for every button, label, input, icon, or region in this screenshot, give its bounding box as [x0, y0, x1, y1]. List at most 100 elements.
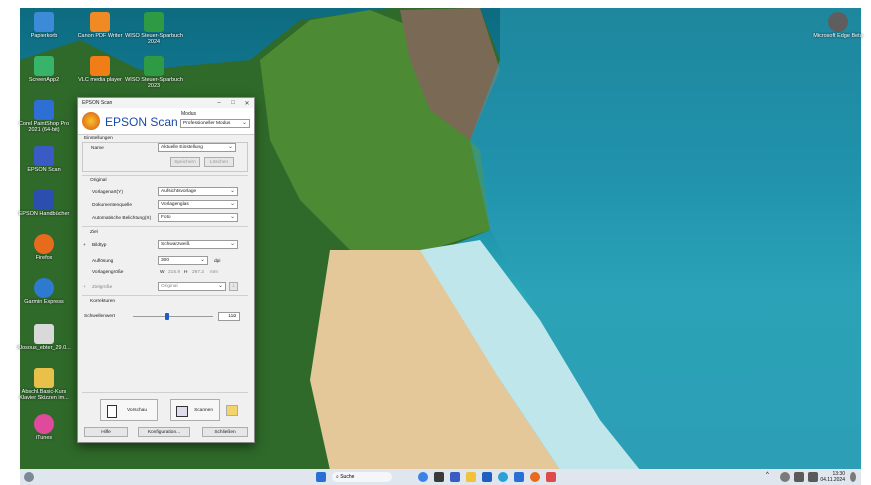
- copilot-icon[interactable]: [418, 472, 428, 482]
- preview-button[interactable]: Vorschau: [100, 399, 158, 421]
- expand-icon[interactable]: +: [83, 285, 86, 290]
- name-label: Name: [91, 146, 104, 151]
- desktop-icon-screenapp[interactable]: ScreenApp2: [14, 56, 74, 83]
- file-explorer-icon[interactable]: [466, 472, 476, 482]
- onedrive-icon[interactable]: [780, 472, 790, 482]
- close-icon[interactable]: ✕: [240, 100, 254, 107]
- desktop-icon-itunes[interactable]: iTunes: [14, 414, 74, 441]
- taskbar-clock[interactable]: 13:30 04.11.2024: [820, 471, 845, 483]
- help-button[interactable]: Hilfe: [84, 427, 128, 437]
- save-button[interactable]: Speichern: [170, 157, 200, 167]
- zielgroesse-select[interactable]: Original: [158, 282, 226, 291]
- scan-label: Scannen: [194, 408, 213, 413]
- garmin-icon: [34, 278, 54, 298]
- firefox-taskbar-icon[interactable]: [530, 472, 540, 482]
- bildtyp-label: Bildtyp: [92, 243, 107, 248]
- delete-button[interactable]: Löschen: [204, 157, 234, 167]
- size-unit[interactable]: mm: [210, 270, 218, 275]
- image-folder-icon[interactable]: [226, 405, 238, 416]
- korrekturen-header: Korrekturen: [90, 299, 116, 304]
- modus-select[interactable]: Professioneller Modus: [180, 119, 250, 128]
- window-title: EPSON Scan: [82, 100, 113, 106]
- desktop-icon-epson-scan[interactable]: EPSON Scan: [14, 146, 74, 173]
- desktop-icon-label: ScreenApp2: [28, 77, 60, 83]
- scan-button[interactable]: Scannen: [170, 399, 220, 421]
- aufloesung-select[interactable]: 300: [158, 256, 208, 265]
- divider: [82, 226, 248, 227]
- schwellenwert-input[interactable]: 110: [218, 312, 240, 321]
- outlook-icon[interactable]: [514, 472, 524, 482]
- desktop-icon-wiso-2023[interactable]: WISO Steuer-Sparbuch 2023: [124, 56, 184, 89]
- close-button[interactable]: Schließen: [202, 427, 248, 437]
- search-placeholder: Suche: [340, 474, 355, 480]
- network-icon[interactable]: [794, 472, 804, 482]
- desktop-icon-label: Firefox: [35, 255, 53, 261]
- desktop-icon-label: VLC media player: [78, 77, 122, 83]
- desktop-icon-firefox[interactable]: Firefox: [14, 234, 74, 261]
- dokumentenquelle-label: Dokumentenquelle: [92, 203, 133, 208]
- height-value[interactable]: 297.2: [192, 270, 204, 275]
- task-view-icon[interactable]: [434, 472, 444, 482]
- window-titlebar[interactable]: EPSON Scan – □ ✕: [78, 98, 254, 108]
- lock-icon[interactable]: ⊥: [229, 282, 238, 291]
- brand-name: EPSON Scan: [105, 115, 178, 129]
- volume-icon[interactable]: [808, 472, 818, 482]
- vorlagenart-select[interactable]: Aufsichtsvorlage: [158, 187, 238, 196]
- maximize-icon[interactable]: □: [226, 100, 240, 107]
- desktop-icon-recycle-bin[interactable]: Papierkorb: [14, 12, 74, 39]
- desktop-icon-label: WISO Steuer-Sparbuch 2023: [125, 77, 183, 89]
- expand-icon[interactable]: +: [83, 243, 86, 248]
- desktop-icon-epson-handbuch[interactable]: EPSON Handbücher: [14, 190, 74, 217]
- desktop-wallpaper: Papierkorb Canon PDF Writer WISO Steuer-…: [0, 0, 871, 485]
- search-icon: ⌕: [336, 474, 339, 480]
- desktop-icon-label: Microsoft Edge Beta: [813, 33, 863, 39]
- original-header: Original: [90, 178, 107, 183]
- notification-icon[interactable]: [850, 472, 856, 482]
- divider: [82, 295, 248, 296]
- dokumentenquelle-select[interactable]: Vorlagenglas: [158, 200, 238, 209]
- folder-doc-icon: [34, 368, 54, 388]
- desktop-icon-label: Klosous_ebter_29.0...: [17, 345, 71, 351]
- epson-logo-icon: [82, 112, 100, 130]
- chevron-up-icon[interactable]: ^: [766, 472, 776, 482]
- minimize-icon[interactable]: –: [212, 100, 226, 107]
- bildtyp-select[interactable]: Schwarzweiß: [158, 240, 238, 249]
- screen-app-icon: [34, 56, 54, 76]
- schwellenwert-slider[interactable]: [133, 313, 213, 320]
- desktop-icon-label: Corel PaintShop Pro 2021 (64-bit): [18, 121, 70, 133]
- desktop-icon-canon-pdf[interactable]: Canon PDF Writer: [70, 12, 130, 39]
- name-select[interactable]: Aktuelle Einstellung: [158, 143, 236, 152]
- slider-thumb[interactable]: [165, 313, 170, 320]
- desktop-icon-klavier[interactable]: Abschl.Basic-Kurs Klavier Skizzen im...: [14, 368, 74, 401]
- brand-header: EPSON Scan Modus Professioneller Modus: [78, 108, 254, 135]
- epson-scan-taskbar-icon[interactable]: [450, 472, 460, 482]
- vlc-cone-icon: [90, 56, 110, 76]
- settings-header: Einstellungen: [84, 136, 113, 141]
- itunes-icon: [34, 414, 54, 434]
- desktop-icon-document[interactable]: Klosous_ebter_29.0...: [14, 324, 74, 351]
- canon-pdf-icon: [90, 12, 110, 32]
- start-windows-icon[interactable]: [316, 472, 326, 482]
- ziel-header: Ziel: [90, 230, 98, 235]
- clock-date: 04.11.2024: [820, 477, 845, 483]
- vorlagengroesse-label: Vorlagengröße: [92, 270, 124, 275]
- desktop-icon-vlc[interactable]: VLC media player: [70, 56, 130, 83]
- modus-label: Modus: [181, 111, 197, 117]
- divider: [82, 175, 248, 176]
- desktop-icon-edge-beta[interactable]: Microsoft Edge Beta: [808, 12, 868, 39]
- divider: [82, 392, 248, 393]
- app-taskbar-icon[interactable]: [546, 472, 556, 482]
- widgets-icon[interactable]: [24, 472, 34, 482]
- store-icon[interactable]: [482, 472, 492, 482]
- edge-taskbar-icon[interactable]: [498, 472, 508, 482]
- taskbar-search[interactable]: ⌕ Suche: [332, 472, 392, 482]
- belichtung-select[interactable]: Foto: [158, 213, 238, 222]
- config-button[interactable]: Konfiguration...: [138, 427, 190, 437]
- desktop-icon-wiso-2024[interactable]: WISO Steuer-Sparbuch 2024: [124, 12, 184, 45]
- desktop-icon-paintshop[interactable]: Corel PaintShop Pro 2021 (64-bit): [14, 100, 74, 133]
- desktop-icon-garmin[interactable]: Garmin Express: [14, 278, 74, 305]
- document-icon: [34, 324, 54, 344]
- desktop-icon-label: WISO Steuer-Sparbuch 2024: [125, 33, 183, 45]
- width-value[interactable]: 215.9: [168, 270, 180, 275]
- height-label: H: [184, 270, 188, 275]
